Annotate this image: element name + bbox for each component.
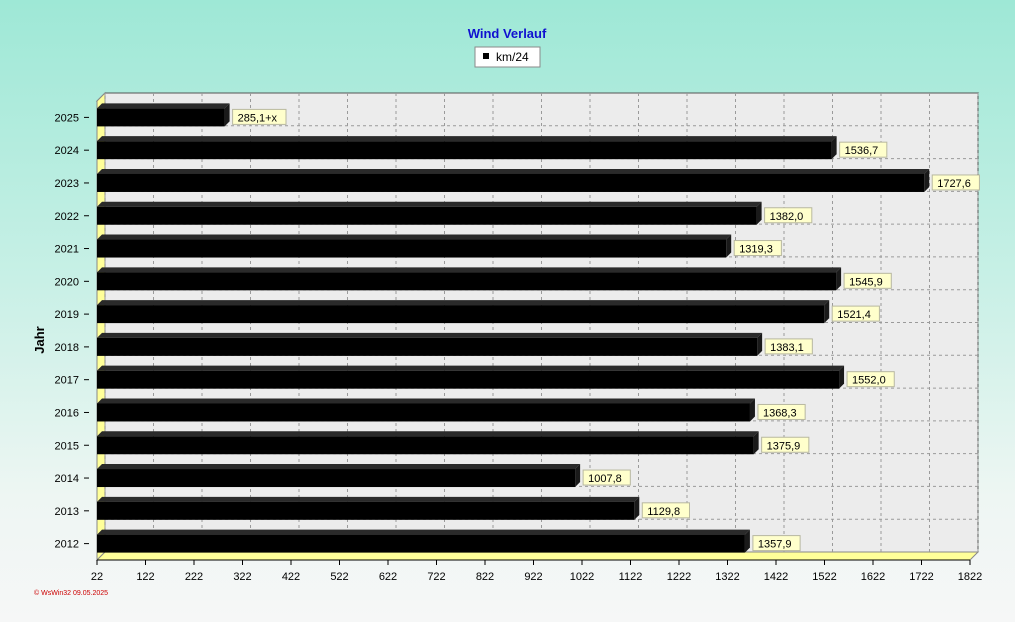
y-axis: 2025 2024 2023 2022 2021 2020 2019 2018 2017 2016… xyxy=(55,112,89,551)
y-tick-label: 2014 xyxy=(55,473,79,485)
x-tick-label: 1822 xyxy=(958,571,982,583)
x-tick-label: 1622 xyxy=(861,571,885,583)
x-tick-label: 1522 xyxy=(812,571,836,583)
bar xyxy=(97,108,225,127)
data-label: 285,1+x xyxy=(238,112,278,124)
data-label: 1007,8 xyxy=(588,473,622,485)
bar xyxy=(97,436,754,455)
bar-top xyxy=(97,201,762,207)
x-tick-label: 422 xyxy=(282,571,300,583)
chart-title: Wind Verlauf xyxy=(468,26,547,41)
x-axis: 22 122 222 322 422 522 622 722 822 922 1022 1122 122… xyxy=(91,560,982,583)
data-label: 1357,9 xyxy=(758,539,792,551)
data-label: 1552,0 xyxy=(852,375,886,387)
bar-top xyxy=(97,332,763,338)
x-tick-label: 1122 xyxy=(619,571,643,583)
x-tick-label: 1722 xyxy=(909,571,933,583)
bar xyxy=(97,469,576,488)
bar xyxy=(97,403,750,422)
y-axis-label: Jahr xyxy=(32,326,47,353)
y-tick-label: 2022 xyxy=(55,211,79,223)
bar-top xyxy=(97,365,845,371)
bar-top xyxy=(97,398,755,404)
footer-stamp: © WsWin32 09.05.2025 xyxy=(34,589,108,597)
data-label: 1536,7 xyxy=(845,145,879,157)
data-label: 1382,0 xyxy=(770,211,804,223)
bar-top xyxy=(97,300,830,306)
bar-top xyxy=(97,136,837,142)
bar-top xyxy=(97,496,640,502)
x-tick-label: 1022 xyxy=(570,571,594,583)
x-tick-label: 522 xyxy=(330,571,348,583)
bar-top xyxy=(97,431,759,437)
y-tick-label: 2023 xyxy=(55,178,79,190)
y-tick-label: 2018 xyxy=(55,342,79,354)
x-tick-label: 22 xyxy=(91,571,103,583)
x-tick-label: 322 xyxy=(233,571,251,583)
plot-side-wall xyxy=(96,91,106,562)
bar-top xyxy=(97,267,842,273)
x-tick-label: 822 xyxy=(476,571,494,583)
x-tick-label: 622 xyxy=(379,571,397,583)
legend: km/24 xyxy=(474,46,541,68)
bar-top xyxy=(97,529,750,535)
bar xyxy=(97,370,840,389)
y-tick-label: 2015 xyxy=(55,440,79,452)
data-label: 1319,3 xyxy=(739,244,773,256)
data-label: 1545,9 xyxy=(849,276,883,288)
x-tick-label: 722 xyxy=(427,571,445,583)
data-label: 1727,6 xyxy=(937,178,971,190)
bar xyxy=(97,501,635,520)
y-tick-label: 2020 xyxy=(55,276,79,288)
bar-top xyxy=(97,168,930,174)
bar xyxy=(97,337,758,356)
legend-swatch xyxy=(483,53,489,59)
chart-canvas: Wind Verlauf km/24 285,1+x 1536,7 1727,6 13… xyxy=(32,26,982,597)
y-tick-label: 2021 xyxy=(55,244,79,256)
bar xyxy=(97,305,825,324)
bar xyxy=(97,206,757,225)
data-label: 1375,9 xyxy=(767,440,801,452)
bar-top xyxy=(97,464,581,470)
y-tick-label: 2017 xyxy=(55,375,79,387)
legend-label: km/24 xyxy=(496,50,529,64)
data-label: 1521,4 xyxy=(837,309,871,321)
x-tick-label: 1322 xyxy=(715,571,739,583)
x-tick-label: 922 xyxy=(524,571,542,583)
y-tick-label: 2019 xyxy=(55,309,79,321)
y-tick-label: 2025 xyxy=(55,112,79,124)
data-label: 1129,8 xyxy=(647,506,680,518)
bar-top xyxy=(97,103,230,109)
bar xyxy=(97,141,832,160)
bar xyxy=(97,272,837,291)
x-tick-label: 1422 xyxy=(764,571,788,583)
bar xyxy=(97,534,745,553)
y-tick-label: 2016 xyxy=(55,407,79,419)
data-label: 1368,3 xyxy=(763,407,797,419)
bar-top xyxy=(97,234,732,240)
x-tick-label: 222 xyxy=(185,571,203,583)
data-label: 1383,1 xyxy=(770,342,804,354)
bar xyxy=(97,239,727,258)
y-tick-label: 2013 xyxy=(55,506,79,518)
x-tick-label: 122 xyxy=(136,571,154,583)
plot-area xyxy=(95,91,980,562)
x-tick-label: 1222 xyxy=(667,571,691,583)
plot-floor xyxy=(95,551,980,561)
bar xyxy=(97,173,925,192)
y-tick-label: 2012 xyxy=(55,539,79,551)
y-tick-label: 2024 xyxy=(55,145,79,157)
chart-frame: Wind Verlauf km/24 285,1+x 1536,7 1727,6 13… xyxy=(0,0,1015,622)
